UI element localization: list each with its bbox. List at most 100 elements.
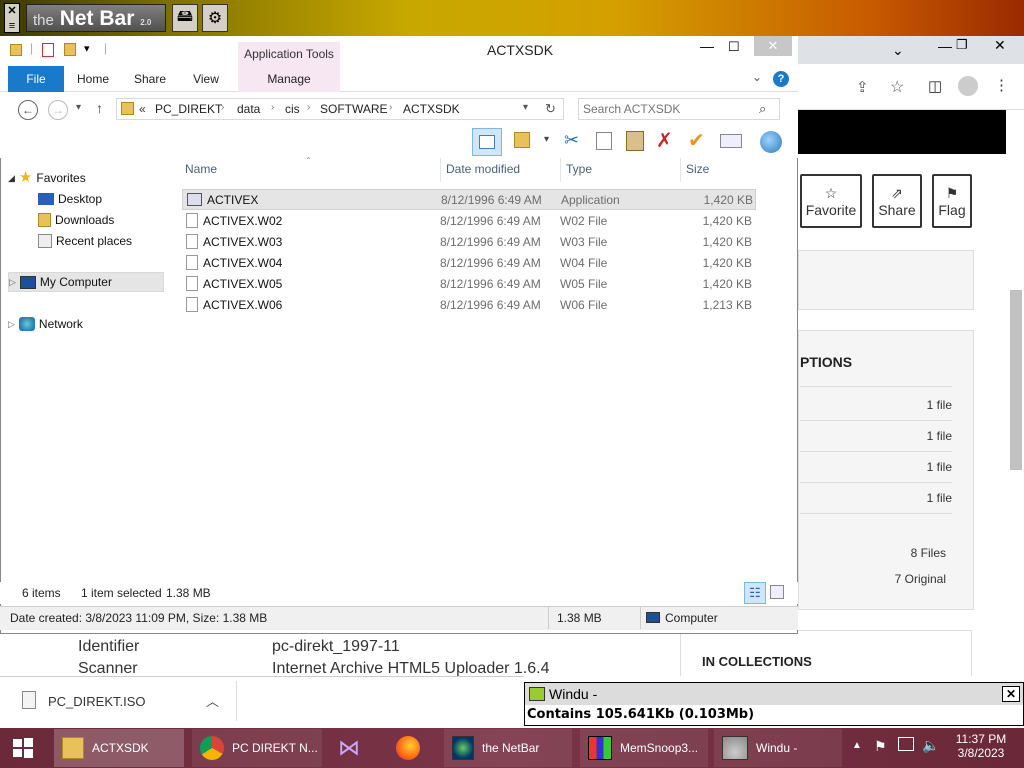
action-center-flag-icon[interactable]: ⚑ xyxy=(874,738,887,755)
start-button[interactable] xyxy=(4,729,46,767)
column-header-date[interactable]: Date modified xyxy=(446,162,520,176)
minimize-icon[interactable]: — xyxy=(700,38,714,54)
file-row[interactable]: ACTIVEX.W04 8/12/1996 6:49 AM W04 File 1… xyxy=(182,252,756,273)
preview-pane-button[interactable] xyxy=(472,128,502,156)
file-row[interactable]: ACTIVEX.W05 8/12/1996 6:49 AM W05 File 1… xyxy=(182,273,756,294)
restore-icon[interactable]: ❐ xyxy=(956,37,968,53)
properties-icon[interactable] xyxy=(42,43,54,57)
properties-folder-icon[interactable] xyxy=(514,132,530,148)
taskbar-item-memsnoop[interactable]: MemSnoop3... xyxy=(580,729,708,767)
original-count-link[interactable]: 7 Original xyxy=(800,572,946,586)
paste-icon[interactable] xyxy=(626,131,644,151)
file-row[interactable]: ACTIVEX.W02 8/12/1996 6:49 AM W02 File 1… xyxy=(182,210,756,231)
nav-network[interactable]: ▷ Network xyxy=(8,314,164,334)
tab-home[interactable]: Home xyxy=(72,66,114,92)
volume-icon[interactable]: 🔈 xyxy=(922,737,939,754)
download-option-row[interactable]: 1 file xyxy=(800,390,952,421)
menu-icon[interactable]: ⋮ xyxy=(994,76,1009,94)
chevron-down-icon[interactable]: ⌄ xyxy=(892,42,904,59)
nav-my-computer[interactable]: ▷ My Computer xyxy=(8,272,164,292)
taskbar-item-visual-studio[interactable]: ⋈ xyxy=(330,729,376,767)
breadcrumb-item[interactable]: cis xyxy=(285,102,300,116)
chevron-up-icon[interactable]: ︿ xyxy=(206,691,219,710)
network-status-icon[interactable] xyxy=(898,737,914,751)
column-divider[interactable] xyxy=(560,158,561,182)
column-header-name[interactable]: Name xyxy=(185,162,217,176)
download-option-row[interactable]: 1 file xyxy=(800,452,952,483)
nav-recent-places[interactable]: Recent places xyxy=(8,231,164,251)
chevron-right-icon[interactable]: › xyxy=(389,102,392,113)
show-hidden-icons-button[interactable]: ▲ xyxy=(852,740,862,751)
flag-button[interactable]: ⚑ Flag xyxy=(932,174,972,228)
search-box[interactable]: ⌕ xyxy=(578,98,780,120)
up-button[interactable]: ↑ xyxy=(96,100,103,116)
nav-favorites[interactable]: ◢ ★ Favorites xyxy=(8,168,164,188)
cut-icon[interactable]: ✂ xyxy=(564,130,579,151)
back-button[interactable]: ← xyxy=(18,100,38,120)
recent-locations-icon[interactable]: ▾ xyxy=(76,102,81,113)
file-row[interactable]: ACTIVEX.W03 8/12/1996 6:49 AM W03 File 1… xyxy=(182,231,756,252)
column-divider[interactable] xyxy=(440,158,441,182)
file-row[interactable]: ACTIVEX 8/12/1996 6:49 AM Application 1,… xyxy=(182,189,756,210)
star-icon[interactable]: ☆ xyxy=(890,77,904,97)
address-bar[interactable]: « PC_DIREKT › data › cis › SOFTWARE › AC… xyxy=(116,98,564,120)
taskbar-item-firefox[interactable] xyxy=(388,729,434,767)
refresh-icon[interactable]: ↻ xyxy=(545,101,556,117)
search-input[interactable] xyxy=(583,101,753,117)
favorite-button[interactable]: ☆ Favorite xyxy=(800,174,862,228)
taskbar-item-chrome[interactable]: PC DIREKT N... xyxy=(192,729,322,767)
nav-downloads[interactable]: Downloads xyxy=(8,210,164,230)
file-row[interactable]: ACTIVEX.W06 8/12/1996 6:49 AM W06 File 1… xyxy=(182,294,756,315)
expand-arrow-icon[interactable]: ▷ xyxy=(9,272,16,292)
address-history-icon[interactable]: ▾ xyxy=(523,102,528,113)
tab-share[interactable]: Share xyxy=(128,66,172,92)
chevron-right-icon[interactable]: › xyxy=(221,102,224,113)
nav-desktop[interactable]: Desktop xyxy=(8,189,164,209)
customize-qat-icon[interactable]: ▾ xyxy=(84,42,90,55)
breadcrumb-item[interactable]: PC_DIREKT xyxy=(155,102,222,116)
forward-button[interactable]: → xyxy=(48,100,68,120)
files-count-link[interactable]: 8 Files xyxy=(800,546,946,560)
tab-file[interactable]: File xyxy=(8,66,64,92)
share-page-icon[interactable]: ⇪ xyxy=(856,78,869,96)
details-view-button[interactable]: ☷ xyxy=(744,582,766,604)
taskbar-item-windu[interactable]: Windu - xyxy=(714,729,842,767)
tab-view[interactable]: View xyxy=(186,66,226,92)
expand-arrow-icon[interactable]: ▷ xyxy=(8,314,15,334)
column-divider[interactable] xyxy=(680,158,681,182)
profile-avatar[interactable] xyxy=(958,76,978,96)
clock[interactable]: 11:37 PM 3/8/2023 xyxy=(948,732,1014,760)
new-folder-icon[interactable] xyxy=(64,43,76,56)
netbar-tools-icon[interactable]: ⚙ xyxy=(202,4,228,32)
breadcrumb-item[interactable]: SOFTWARE xyxy=(320,102,388,116)
windu-close-button[interactable]: ✕ xyxy=(1002,686,1020,702)
close-button[interactable]: ✕ xyxy=(754,36,792,56)
large-icons-view-button[interactable] xyxy=(770,585,784,599)
globe-icon[interactable] xyxy=(760,131,782,153)
share-button[interactable]: ⇗ Share xyxy=(872,174,922,228)
rename-check-icon[interactable]: ✔ xyxy=(688,128,705,153)
breadcrumb-overflow[interactable]: « xyxy=(139,102,146,116)
chevron-right-icon[interactable]: › xyxy=(307,102,310,113)
download-filename[interactable]: PC_DIREKT.ISO xyxy=(48,694,146,709)
maximize-icon[interactable]: ☐ xyxy=(728,39,740,55)
sidepanel-icon[interactable]: ◫ xyxy=(928,77,942,95)
column-header-size[interactable]: Size xyxy=(686,162,709,176)
expand-arrow-icon[interactable]: ◢ xyxy=(8,168,15,188)
netbar-drive-icon[interactable]: 🖴 xyxy=(172,4,198,32)
delete-icon[interactable]: ✗ xyxy=(656,128,673,153)
chevron-right-icon[interactable]: › xyxy=(271,102,274,113)
column-header-type[interactable]: Type xyxy=(566,162,592,176)
copy-icon[interactable] xyxy=(596,132,612,150)
breadcrumb-item[interactable]: data xyxy=(237,102,260,116)
chevron-down-icon[interactable]: ▾ xyxy=(544,134,549,145)
taskbar-item-explorer[interactable]: ACTXSDK xyxy=(54,729,184,767)
tab-manage[interactable]: Manage xyxy=(238,66,340,92)
browser-scrollbar[interactable] xyxy=(1010,290,1022,470)
minimize-icon[interactable]: — xyxy=(938,38,952,54)
help-icon[interactable]: ? xyxy=(773,71,789,87)
close-icon[interactable]: ✕ xyxy=(994,37,1006,54)
breadcrumb-item[interactable]: ACTXSDK xyxy=(403,102,460,116)
download-option-row[interactable]: 1 file xyxy=(800,483,952,514)
properties-icon[interactable] xyxy=(720,134,742,148)
